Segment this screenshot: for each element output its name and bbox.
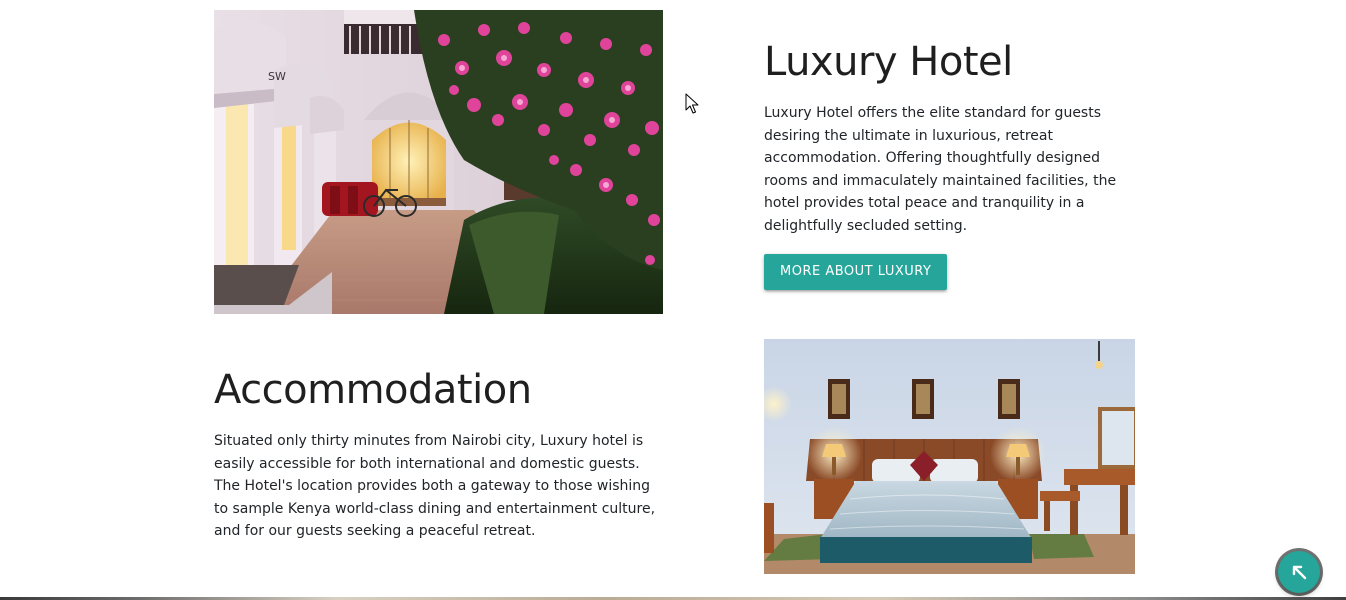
accommodation-section: Accommodation Situated only thirty minut… xyxy=(214,366,666,543)
accommodation-description: Situated only thirty minutes from Nairob… xyxy=(214,433,656,539)
more-about-luxury-button[interactable]: MORE ABOUT LUXURY xyxy=(764,254,948,290)
accommodation-title: Accommodation xyxy=(214,367,532,413)
svg-text:SW: SW xyxy=(268,70,286,83)
hotel-description: Luxury Hotel offers the elite standard f… xyxy=(764,105,1117,234)
arrow-up-left-icon xyxy=(1292,565,1307,580)
mouse-cursor-icon xyxy=(685,93,699,114)
hotel-section: Luxury Hotel Luxury Hotel offers the eli… xyxy=(764,38,1136,290)
page: SW Luxury Hotel Luxury Hotel offers the … xyxy=(0,0,1346,600)
scroll-to-top-button[interactable] xyxy=(1278,551,1320,593)
hotel-title: Luxury Hotel xyxy=(764,39,1013,85)
bedroom-image xyxy=(764,339,1135,574)
hotel-courtyard-image: SW xyxy=(214,10,663,314)
